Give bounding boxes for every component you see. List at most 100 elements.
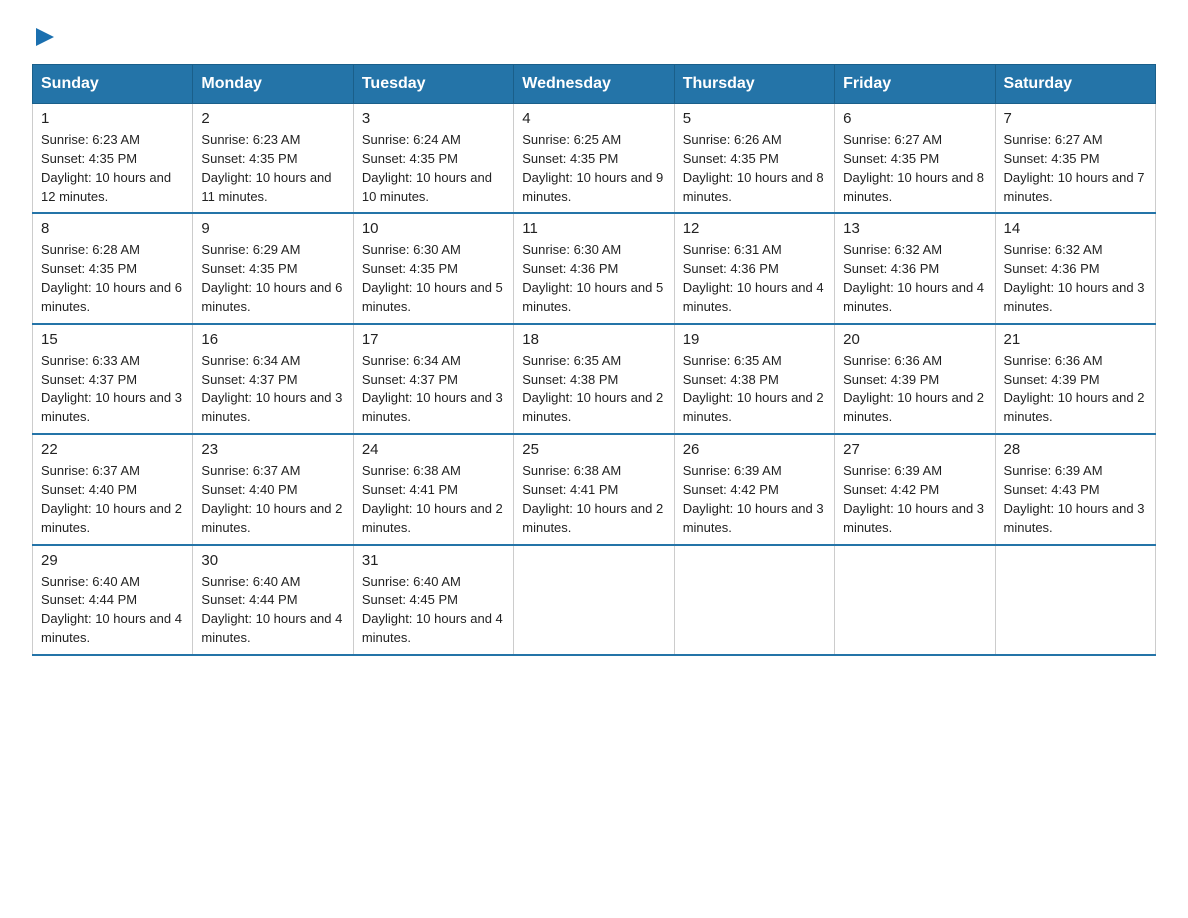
day-number: 29 (41, 552, 184, 569)
calendar-cell: 27 Sunrise: 6:39 AMSunset: 4:42 PMDaylig… (835, 434, 995, 544)
day-info: Sunrise: 6:30 AMSunset: 4:35 PMDaylight:… (362, 241, 505, 316)
day-number: 24 (362, 441, 505, 458)
calendar-cell: 25 Sunrise: 6:38 AMSunset: 4:41 PMDaylig… (514, 434, 674, 544)
logo (32, 24, 56, 48)
calendar-cell: 8 Sunrise: 6:28 AMSunset: 4:35 PMDayligh… (33, 213, 193, 323)
calendar-cell: 5 Sunrise: 6:26 AMSunset: 4:35 PMDayligh… (674, 104, 834, 214)
day-info: Sunrise: 6:32 AMSunset: 4:36 PMDaylight:… (1004, 241, 1147, 316)
day-number: 28 (1004, 441, 1147, 458)
calendar-cell (514, 545, 674, 655)
day-number: 2 (201, 110, 344, 127)
day-number: 9 (201, 220, 344, 237)
day-info: Sunrise: 6:39 AMSunset: 4:42 PMDaylight:… (843, 462, 986, 537)
day-number: 8 (41, 220, 184, 237)
calendar-cell (674, 545, 834, 655)
day-number: 3 (362, 110, 505, 127)
day-info: Sunrise: 6:40 AMSunset: 4:44 PMDaylight:… (41, 573, 184, 648)
day-info: Sunrise: 6:37 AMSunset: 4:40 PMDaylight:… (41, 462, 184, 537)
header-friday: Friday (835, 65, 995, 104)
day-info: Sunrise: 6:38 AMSunset: 4:41 PMDaylight:… (522, 462, 665, 537)
day-info: Sunrise: 6:40 AMSunset: 4:44 PMDaylight:… (201, 573, 344, 648)
calendar-cell: 29 Sunrise: 6:40 AMSunset: 4:44 PMDaylig… (33, 545, 193, 655)
calendar-cell: 2 Sunrise: 6:23 AMSunset: 4:35 PMDayligh… (193, 104, 353, 214)
header-saturday: Saturday (995, 65, 1155, 104)
day-number: 31 (362, 552, 505, 569)
day-info: Sunrise: 6:30 AMSunset: 4:36 PMDaylight:… (522, 241, 665, 316)
day-info: Sunrise: 6:39 AMSunset: 4:42 PMDaylight:… (683, 462, 826, 537)
day-number: 1 (41, 110, 184, 127)
day-number: 14 (1004, 220, 1147, 237)
day-info: Sunrise: 6:40 AMSunset: 4:45 PMDaylight:… (362, 573, 505, 648)
day-info: Sunrise: 6:36 AMSunset: 4:39 PMDaylight:… (843, 352, 986, 427)
header-wednesday: Wednesday (514, 65, 674, 104)
calendar-cell: 9 Sunrise: 6:29 AMSunset: 4:35 PMDayligh… (193, 213, 353, 323)
day-number: 20 (843, 331, 986, 348)
day-number: 23 (201, 441, 344, 458)
calendar-cell: 7 Sunrise: 6:27 AMSunset: 4:35 PMDayligh… (995, 104, 1155, 214)
calendar-cell: 13 Sunrise: 6:32 AMSunset: 4:36 PMDaylig… (835, 213, 995, 323)
calendar-cell (835, 545, 995, 655)
day-number: 5 (683, 110, 826, 127)
calendar-cell: 24 Sunrise: 6:38 AMSunset: 4:41 PMDaylig… (353, 434, 513, 544)
calendar-table: SundayMondayTuesdayWednesdayThursdayFrid… (32, 64, 1156, 656)
calendar-cell: 20 Sunrise: 6:36 AMSunset: 4:39 PMDaylig… (835, 324, 995, 434)
day-info: Sunrise: 6:34 AMSunset: 4:37 PMDaylight:… (201, 352, 344, 427)
day-number: 22 (41, 441, 184, 458)
calendar-cell (995, 545, 1155, 655)
day-number: 25 (522, 441, 665, 458)
day-info: Sunrise: 6:24 AMSunset: 4:35 PMDaylight:… (362, 131, 505, 206)
calendar-cell: 17 Sunrise: 6:34 AMSunset: 4:37 PMDaylig… (353, 324, 513, 434)
calendar-cell: 19 Sunrise: 6:35 AMSunset: 4:38 PMDaylig… (674, 324, 834, 434)
day-info: Sunrise: 6:33 AMSunset: 4:37 PMDaylight:… (41, 352, 184, 427)
calendar-cell: 26 Sunrise: 6:39 AMSunset: 4:42 PMDaylig… (674, 434, 834, 544)
day-info: Sunrise: 6:32 AMSunset: 4:36 PMDaylight:… (843, 241, 986, 316)
day-info: Sunrise: 6:29 AMSunset: 4:35 PMDaylight:… (201, 241, 344, 316)
calendar-cell: 12 Sunrise: 6:31 AMSunset: 4:36 PMDaylig… (674, 213, 834, 323)
day-info: Sunrise: 6:25 AMSunset: 4:35 PMDaylight:… (522, 131, 665, 206)
calendar-cell: 15 Sunrise: 6:33 AMSunset: 4:37 PMDaylig… (33, 324, 193, 434)
header (32, 24, 1156, 48)
calendar-cell: 10 Sunrise: 6:30 AMSunset: 4:35 PMDaylig… (353, 213, 513, 323)
day-number: 16 (201, 331, 344, 348)
day-info: Sunrise: 6:31 AMSunset: 4:36 PMDaylight:… (683, 241, 826, 316)
day-number: 18 (522, 331, 665, 348)
day-number: 10 (362, 220, 505, 237)
day-number: 4 (522, 110, 665, 127)
day-info: Sunrise: 6:23 AMSunset: 4:35 PMDaylight:… (201, 131, 344, 206)
calendar-week-row: 29 Sunrise: 6:40 AMSunset: 4:44 PMDaylig… (33, 545, 1156, 655)
calendar-cell: 4 Sunrise: 6:25 AMSunset: 4:35 PMDayligh… (514, 104, 674, 214)
day-number: 12 (683, 220, 826, 237)
calendar-week-row: 1 Sunrise: 6:23 AMSunset: 4:35 PMDayligh… (33, 104, 1156, 214)
calendar-cell: 1 Sunrise: 6:23 AMSunset: 4:35 PMDayligh… (33, 104, 193, 214)
day-info: Sunrise: 6:27 AMSunset: 4:35 PMDaylight:… (1004, 131, 1147, 206)
calendar-cell: 22 Sunrise: 6:37 AMSunset: 4:40 PMDaylig… (33, 434, 193, 544)
header-monday: Monday (193, 65, 353, 104)
day-info: Sunrise: 6:39 AMSunset: 4:43 PMDaylight:… (1004, 462, 1147, 537)
logo-triangle-icon (34, 26, 56, 48)
calendar-cell: 3 Sunrise: 6:24 AMSunset: 4:35 PMDayligh… (353, 104, 513, 214)
day-number: 19 (683, 331, 826, 348)
calendar-cell: 23 Sunrise: 6:37 AMSunset: 4:40 PMDaylig… (193, 434, 353, 544)
calendar-cell: 16 Sunrise: 6:34 AMSunset: 4:37 PMDaylig… (193, 324, 353, 434)
day-number: 21 (1004, 331, 1147, 348)
day-info: Sunrise: 6:27 AMSunset: 4:35 PMDaylight:… (843, 131, 986, 206)
calendar-cell: 31 Sunrise: 6:40 AMSunset: 4:45 PMDaylig… (353, 545, 513, 655)
calendar-week-row: 8 Sunrise: 6:28 AMSunset: 4:35 PMDayligh… (33, 213, 1156, 323)
day-info: Sunrise: 6:38 AMSunset: 4:41 PMDaylight:… (362, 462, 505, 537)
calendar-cell: 11 Sunrise: 6:30 AMSunset: 4:36 PMDaylig… (514, 213, 674, 323)
calendar-cell: 21 Sunrise: 6:36 AMSunset: 4:39 PMDaylig… (995, 324, 1155, 434)
day-number: 27 (843, 441, 986, 458)
day-number: 13 (843, 220, 986, 237)
day-number: 26 (683, 441, 826, 458)
day-number: 15 (41, 331, 184, 348)
day-info: Sunrise: 6:35 AMSunset: 4:38 PMDaylight:… (683, 352, 826, 427)
header-thursday: Thursday (674, 65, 834, 104)
calendar-cell: 30 Sunrise: 6:40 AMSunset: 4:44 PMDaylig… (193, 545, 353, 655)
day-info: Sunrise: 6:26 AMSunset: 4:35 PMDaylight:… (683, 131, 826, 206)
calendar-cell: 18 Sunrise: 6:35 AMSunset: 4:38 PMDaylig… (514, 324, 674, 434)
day-number: 30 (201, 552, 344, 569)
calendar-cell: 6 Sunrise: 6:27 AMSunset: 4:35 PMDayligh… (835, 104, 995, 214)
day-info: Sunrise: 6:35 AMSunset: 4:38 PMDaylight:… (522, 352, 665, 427)
header-tuesday: Tuesday (353, 65, 513, 104)
calendar-cell: 28 Sunrise: 6:39 AMSunset: 4:43 PMDaylig… (995, 434, 1155, 544)
